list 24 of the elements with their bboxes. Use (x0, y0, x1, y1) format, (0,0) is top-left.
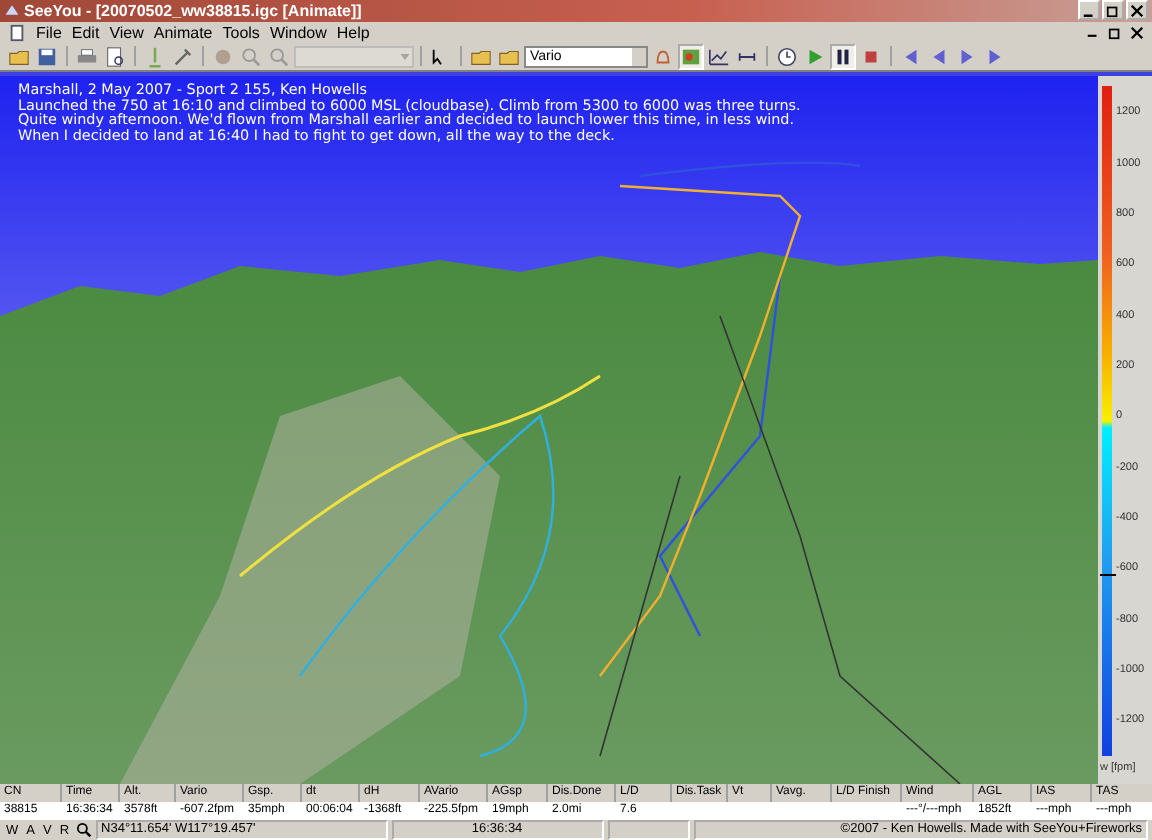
close-icon (1130, 3, 1144, 18)
clock-icon[interactable] (774, 43, 800, 70)
menu-item[interactable]: Window (269, 23, 327, 42)
search-icon[interactable] (75, 822, 92, 838)
document-icon (8, 23, 26, 42)
app-icon (4, 2, 20, 19)
maximize-button[interactable] (1102, 0, 1124, 21)
page-icon[interactable] (102, 43, 128, 70)
tool-icon[interactable] (170, 43, 196, 70)
restore-icon[interactable] (1108, 25, 1122, 40)
menu-item[interactable]: View (109, 23, 144, 42)
menu-item[interactable]: File (36, 23, 62, 42)
menu-item[interactable]: Edit (71, 23, 100, 42)
menu-item[interactable]: Help (336, 23, 370, 42)
pause-icon[interactable] (830, 43, 856, 70)
minimize-button[interactable] (1078, 0, 1100, 21)
close-icon[interactable] (1130, 25, 1144, 40)
map-icon[interactable] (678, 43, 704, 70)
maximize-icon (1106, 3, 1120, 18)
menu-item[interactable]: Tools (222, 23, 260, 42)
caret-icon (400, 53, 410, 60)
window-title: SeeYou - [20070502_ww38815.igc [Animate]] (24, 1, 362, 20)
close-button[interactable] (1126, 0, 1148, 21)
menu-item[interactable]: Animate (153, 23, 213, 42)
